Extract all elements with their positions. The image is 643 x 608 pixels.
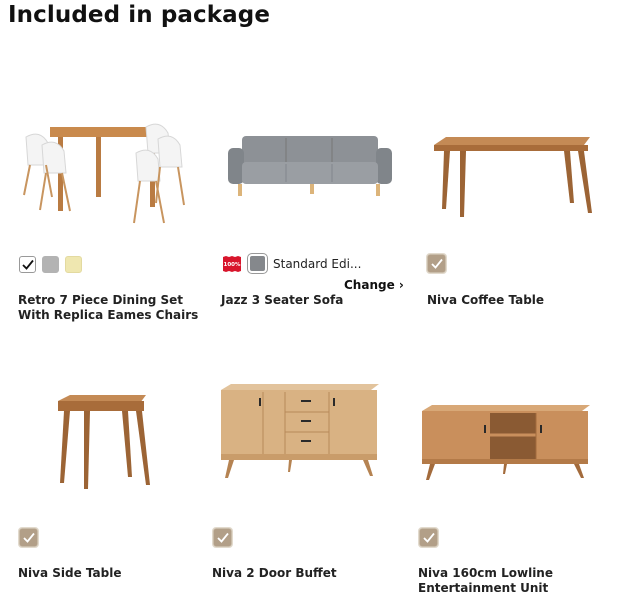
page-title: Included in package xyxy=(8,2,271,28)
product-name[interactable]: Niva Coffee Table xyxy=(427,293,607,308)
swatch-cream[interactable] xyxy=(65,256,82,273)
finish-swatch-oak[interactable] xyxy=(18,527,39,548)
check-icon xyxy=(216,532,229,543)
swatch-white-selected[interactable] xyxy=(19,256,36,273)
product-name[interactable]: Niva 2 Door Buffet xyxy=(212,566,392,581)
dining-set-image xyxy=(23,123,185,224)
check-icon xyxy=(21,259,34,270)
product-name[interactable]: Niva Side Table xyxy=(18,566,198,581)
check-icon xyxy=(430,258,443,269)
finish-swatch-oak[interactable] xyxy=(418,527,439,548)
badge-text: 100% xyxy=(224,262,241,268)
finish-swatch-oak[interactable] xyxy=(426,253,447,274)
swatch-grey[interactable] xyxy=(42,256,59,273)
product-name[interactable]: Jazz 3 Seater Sofa xyxy=(221,293,401,308)
coffee-table-image xyxy=(434,137,592,217)
check-icon xyxy=(422,532,435,543)
product-name[interactable]: Niva 160cm Lowline Entertainment Unit xyxy=(418,566,598,596)
buffet-image xyxy=(221,384,379,478)
change-fabric-link[interactable]: Change › xyxy=(344,278,404,292)
entertainment-unit-image xyxy=(422,405,590,480)
sofa-image xyxy=(228,136,392,196)
check-icon xyxy=(22,532,35,543)
guarantee-badge-icon: 100% xyxy=(223,255,241,272)
side-table-image xyxy=(58,395,150,489)
finish-swatch-oak[interactable] xyxy=(212,527,233,548)
swatch-sofa-fabric[interactable] xyxy=(247,253,268,274)
product-name[interactable]: Retro 7 Piece Dining Set With Replica Ea… xyxy=(18,293,203,323)
fabric-name: Standard Edi... xyxy=(273,256,362,271)
